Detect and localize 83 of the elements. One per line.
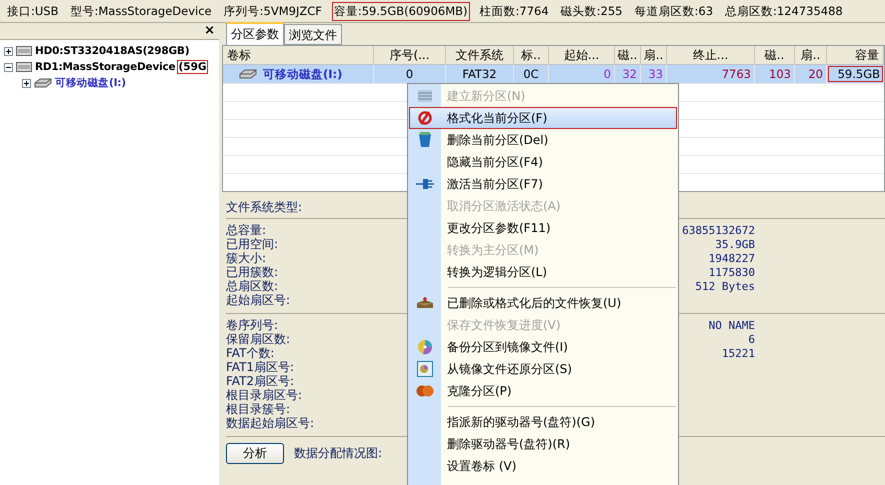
tree-item[interactable]: RD1:MassStorageDevice <box>35 61 176 73</box>
menu-item[interactable]: 从镜像文件还原分区(S) <box>409 358 677 380</box>
field-label: 保留扇区数: <box>226 331 290 347</box>
column-header[interactable]: 起始... <box>549 46 615 64</box>
column-header[interactable]: 标.. <box>514 46 549 64</box>
disk-size: (59G <box>178 61 206 73</box>
expand-icon[interactable] <box>22 78 31 88</box>
column-header[interactable]: 序号(... <box>374 46 446 64</box>
expand-icon[interactable] <box>4 46 13 56</box>
column-header[interactable]: 文件系统 <box>446 46 514 64</box>
menu-item[interactable]: 隐藏当前分区(F4) <box>409 151 677 173</box>
table-cell: 103 <box>755 65 795 83</box>
column-header[interactable]: 磁.. <box>615 46 641 64</box>
spheres-icon <box>416 385 434 397</box>
map-label: 数据分配情况图: <box>294 445 382 462</box>
menu-item[interactable]: 删除驱动器号(盘符)(R) <box>409 433 677 455</box>
field-value: 35.9GB <box>715 238 755 250</box>
collapse-icon[interactable] <box>4 62 13 72</box>
hard-drive-icon <box>16 45 32 57</box>
field-label: 起始扇区号: <box>226 292 290 308</box>
field-value: 63855132672 <box>682 224 755 236</box>
field-label: 总扇区数: <box>226 278 278 294</box>
menu-item[interactable]: 指派新的驱动器号(盘符)(G) <box>409 411 677 433</box>
menu-item[interactable]: 转换为逻辑分区(L) <box>409 261 677 283</box>
image-icon <box>417 361 433 377</box>
table-cell: 可移动磁盘(I:) <box>223 65 374 83</box>
field-value: 1175830 <box>708 266 755 278</box>
table-cell: 20 <box>795 65 827 83</box>
striped-icon <box>418 90 432 102</box>
prohibited-icon <box>417 110 433 126</box>
menu-item[interactable]: 克隆分区(P) <box>409 380 677 402</box>
column-header[interactable]: 卷标 <box>223 46 374 64</box>
tree-item[interactable]: 可移动磁盘(I:) <box>55 76 126 90</box>
field-label: FAT1扇区号: <box>226 359 294 374</box>
field-label: 已用簇数: <box>226 264 278 280</box>
analyze-button[interactable]: 分析 <box>226 443 284 464</box>
drive-icon <box>239 69 257 79</box>
disk-info: 容量:59.5GB(60906MB) <box>332 2 469 20</box>
hard-drive-icon <box>16 61 32 73</box>
column-header[interactable]: 扇.. <box>795 46 827 64</box>
disc-icon <box>417 339 433 355</box>
tree-item[interactable]: HD0:ST3320418AS(298GB) <box>35 45 190 57</box>
disk-info: 接口:USB <box>6 2 60 20</box>
box-icon <box>416 296 434 310</box>
menu-item[interactable]: 备份分区到镜像文件(I) <box>409 336 677 358</box>
menu-item[interactable]: 格式化当前分区(F) <box>409 107 677 129</box>
table-cell: 59.5GB <box>827 65 884 83</box>
trash-icon <box>418 132 432 148</box>
column-header[interactable]: 扇.. <box>641 46 667 64</box>
menu-item[interactable]: 激活当前分区(F7) <box>409 173 677 195</box>
field-label: 已用空间: <box>226 236 278 252</box>
field-value: 6 <box>748 332 755 346</box>
field-label: FAT2扇区号: <box>226 373 294 388</box>
field-value: 15221 <box>722 346 755 360</box>
menu-item[interactable]: 已删除或格式化后的文件恢复(U) <box>409 292 677 314</box>
close-button[interactable]: × <box>204 24 215 38</box>
tab[interactable]: 分区参数 <box>226 22 284 45</box>
column-header[interactable]: 容量 <box>827 46 884 64</box>
table-row[interactable]: 可移动磁盘(I:) 0 FAT32 0C 0 32 33 7763 103 20 59.5GB <box>223 65 884 84</box>
column-header[interactable]: 磁.. <box>755 46 795 64</box>
disk-info: 序列号:5VM9JZCF <box>222 2 323 20</box>
menu-item[interactable]: 删除当前分区(Del) <box>409 129 677 151</box>
field-value: 1948227 <box>708 252 755 264</box>
disk-info: 总扇区数:124735488 <box>724 2 844 20</box>
field-label: 数据起始扇区号: <box>226 415 314 432</box>
field-label: 卷序列号: <box>226 316 278 332</box>
disk-info: 每道扇区数:63 <box>634 2 714 20</box>
field-value: NO NAME <box>708 318 755 332</box>
plug-icon <box>416 178 434 190</box>
menu-item[interactable]: 更改分区参数(F11) <box>409 217 677 239</box>
column-header[interactable]: 终止... <box>667 46 755 64</box>
tab[interactable]: 浏览文件 <box>284 24 342 45</box>
field-label: 总容量: <box>226 222 266 238</box>
field-label: 根目录簇号: <box>226 401 290 416</box>
field-label: 根目录扇区号: <box>226 387 302 403</box>
disk-info: 型号:MassStorageDevice <box>69 2 213 20</box>
menu-item[interactable]: 设置卷标 (V) <box>409 455 677 477</box>
field-value: 512 Bytes <box>695 280 755 292</box>
field-label: FAT个数: <box>226 345 274 360</box>
field-label: 簇大小: <box>226 250 266 266</box>
disk-info: 磁头数:255 <box>560 2 624 20</box>
drive-icon <box>34 78 52 88</box>
disk-info: 柱面数:7764 <box>478 2 550 20</box>
